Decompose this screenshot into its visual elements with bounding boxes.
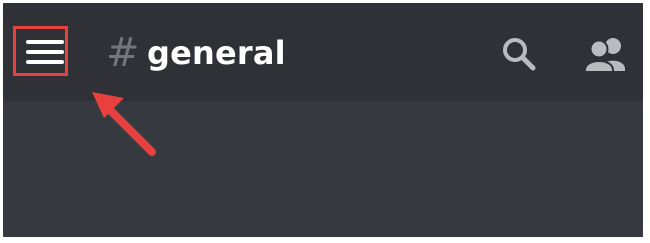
app-frame: # general bbox=[3, 3, 643, 237]
members-icon bbox=[584, 38, 625, 73]
hash-icon: # bbox=[106, 30, 140, 76]
search-button[interactable] bbox=[498, 33, 542, 77]
menu-button[interactable] bbox=[26, 35, 64, 69]
channel-name: general bbox=[147, 34, 286, 72]
members-button[interactable] bbox=[582, 33, 626, 77]
search-icon bbox=[503, 38, 536, 71]
message-area bbox=[3, 101, 643, 237]
channel-header: # general bbox=[3, 3, 643, 101]
